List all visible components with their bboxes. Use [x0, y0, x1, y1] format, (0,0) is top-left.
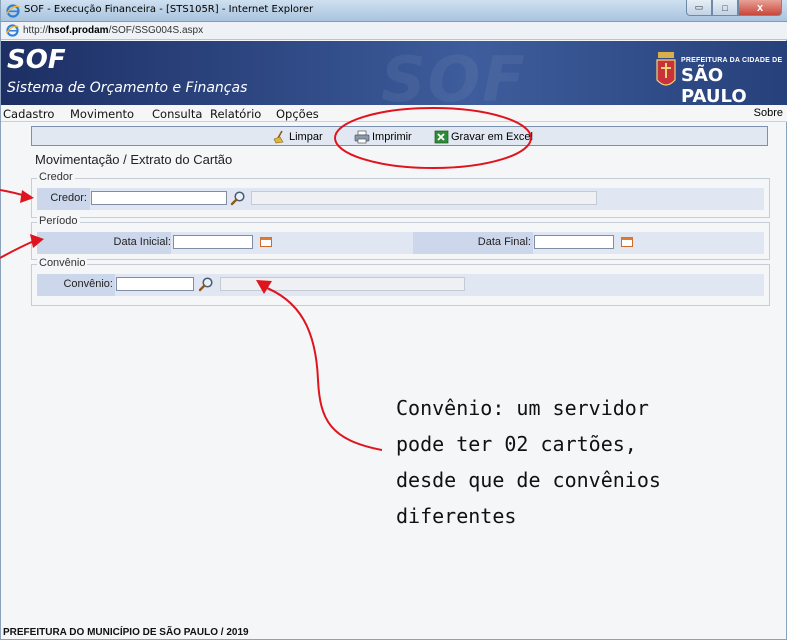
menu-bar: Cadastro Movimento Consulta Relatório Op… [1, 105, 787, 122]
ie-icon [6, 4, 20, 18]
calendar-icon[interactable] [621, 237, 633, 247]
excel-label: Gravar em Excel [451, 130, 533, 143]
menu-cadastro[interactable]: Cadastro [3, 107, 54, 121]
excel-icon [434, 130, 449, 143]
app-banner: SOF SOF Sistema de Orçamento e Finanças … [1, 41, 787, 105]
menu-relatorio[interactable]: Relatório [210, 107, 261, 121]
ie-icon [6, 24, 19, 37]
url-path: /SOF/SSG004S.aspx [108, 25, 204, 36]
calendar-icon[interactable] [260, 237, 272, 247]
page-title: Movimentação / Extrato do Cartão [35, 152, 233, 167]
city-prefix: PREFEITURA DA CIDADE DE [681, 57, 783, 64]
convenio-label: Convênio: [63, 278, 113, 290]
broom-icon [273, 130, 284, 143]
city-crest-icon [656, 52, 676, 86]
banner-watermark: SOF [381, 43, 527, 105]
city-name: SÃO PAULO [681, 65, 747, 105]
search-icon[interactable] [198, 276, 214, 292]
browser-window: SOF - Execução Financeira - [STS105R] - … [0, 0, 787, 640]
convenio-input[interactable] [116, 277, 194, 291]
annotation-line: desde que de convênios [396, 468, 661, 492]
window-controls: ▭ □ x [686, 0, 782, 18]
periodo-legend: Período [37, 215, 80, 227]
credor-description [251, 191, 597, 205]
url-text[interactable]: http://hsof.prodam/SOF/SSG004S.aspx [23, 25, 203, 36]
clear-label: Limpar [289, 130, 323, 143]
close-button[interactable]: x [738, 0, 782, 16]
end-date-label: Data Final: [477, 236, 531, 248]
print-button[interactable]: Imprimir [354, 129, 412, 144]
minimize-button[interactable]: ▭ [686, 0, 712, 16]
window-title: SOF - Execução Financeira - [STS105R] - … [24, 4, 314, 15]
end-date-input[interactable] [534, 235, 614, 249]
start-date-input[interactable] [173, 235, 253, 249]
url-host: hsof.prodam [48, 25, 109, 36]
convenio-row: Convênio: [37, 274, 764, 296]
address-bar[interactable]: http://hsof.prodam/SOF/SSG004S.aspx [1, 22, 787, 40]
menu-opcoes[interactable]: Opções [276, 107, 319, 121]
page-footer: PREFEITURA DO MUNICÍPIO DE SÃO PAULO / 2… [3, 627, 249, 638]
app-subtitle: Sistema de Orçamento e Finanças [7, 80, 248, 96]
menu-consulta[interactable]: Consulta [152, 107, 202, 121]
menu-sobre[interactable]: Sobre [754, 107, 783, 119]
annotation-line: diferentes [396, 504, 517, 528]
convenio-description [220, 277, 465, 291]
credor-label: Credor: [50, 192, 87, 204]
printer-icon [354, 130, 370, 143]
search-icon[interactable] [230, 190, 246, 206]
credor-input[interactable] [91, 191, 227, 205]
credor-row: Credor: [37, 188, 764, 210]
annotation-line: pode ter 02 cartões, [396, 432, 637, 456]
print-label: Imprimir [372, 130, 412, 143]
menu-movimento[interactable]: Movimento [70, 107, 134, 121]
export-excel-button[interactable]: Gravar em Excel [434, 129, 533, 144]
credor-fieldset: Credor Credor: [31, 171, 770, 218]
app-logo-text: SOF [7, 45, 66, 75]
credor-legend: Credor [37, 171, 75, 183]
title-bar: SOF - Execução Financeira - [STS105R] - … [1, 0, 787, 22]
periodo-fieldset: Período Data Inicial: Data Final: [31, 215, 770, 260]
start-date-label: Data Inicial: [113, 236, 171, 248]
convenio-legend: Convênio [37, 257, 88, 269]
convenio-fieldset: Convênio Convênio: [31, 257, 770, 306]
annotation-text: Convênio: um servidor pode ter 02 cartõe… [396, 390, 726, 534]
annotation-line: Convênio: um servidor [396, 396, 649, 420]
periodo-row: Data Inicial: Data Final: [37, 232, 764, 254]
url-scheme: http:// [23, 25, 49, 36]
maximize-button[interactable]: □ [712, 0, 738, 16]
clear-button[interactable]: Limpar [272, 129, 323, 144]
toolbar: Limpar Imprimir Gravar em Excel [31, 126, 768, 146]
